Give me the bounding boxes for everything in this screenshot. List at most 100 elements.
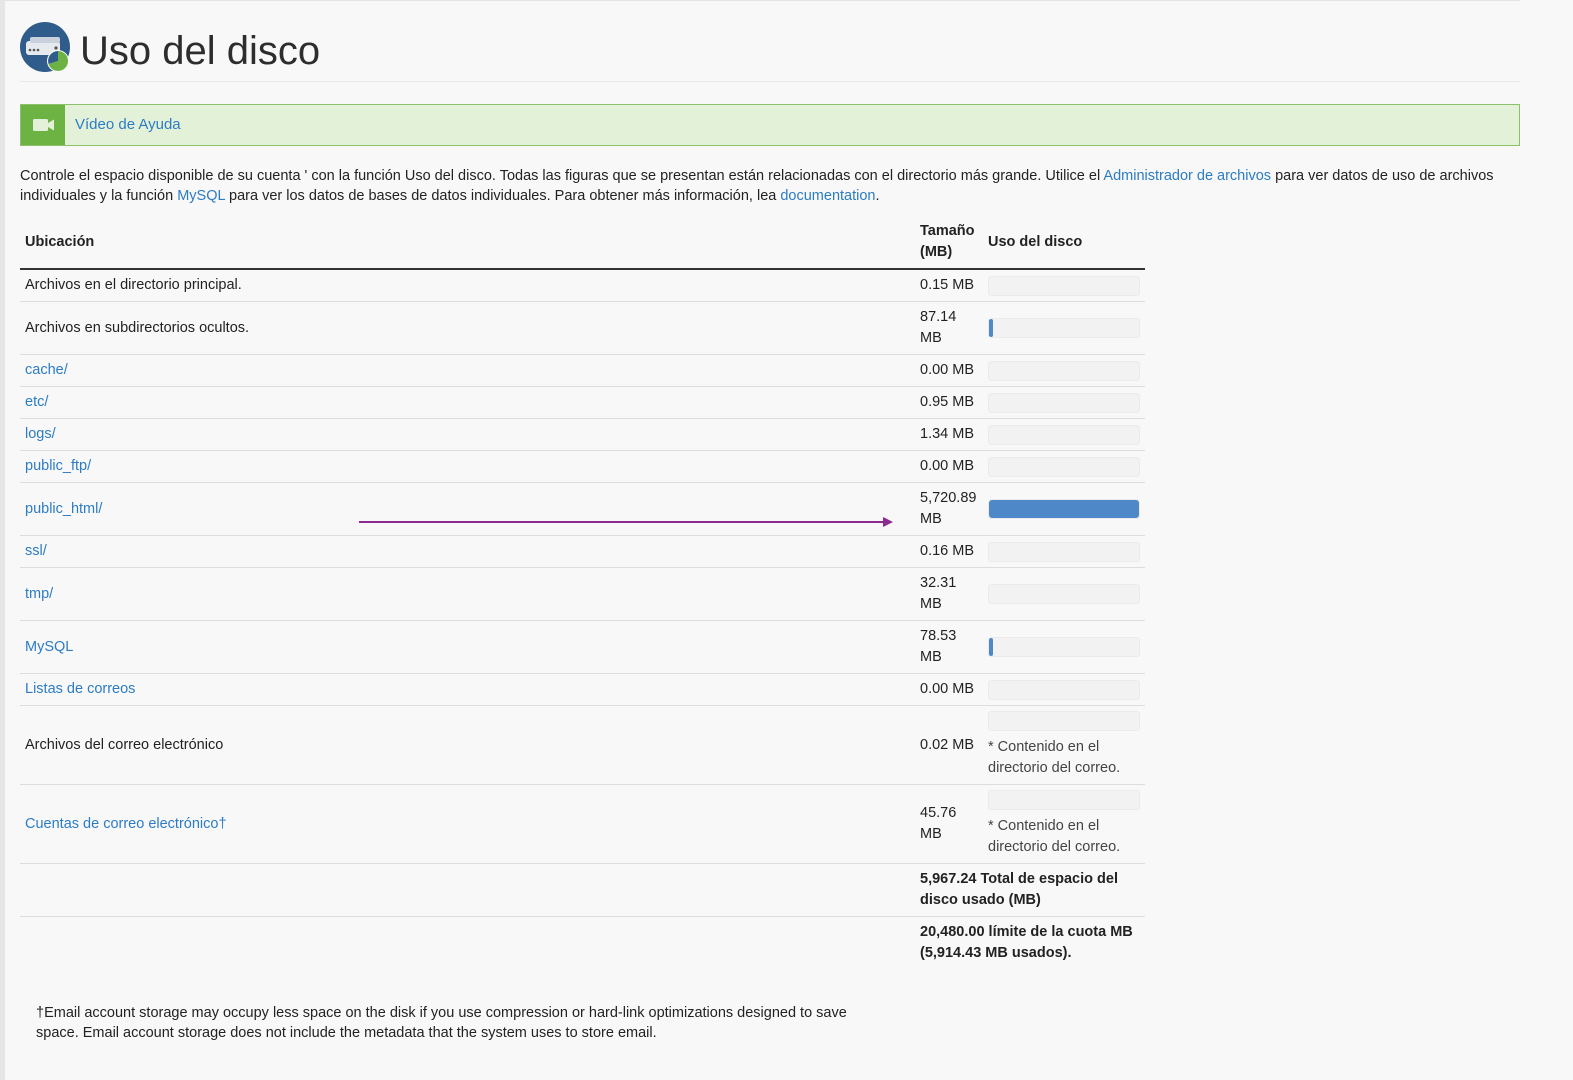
usage-bar [988, 541, 1140, 562]
row-size: 0.02 MB [915, 705, 983, 785]
video-camera-icon [33, 119, 54, 131]
row-size: 0.00 MB [915, 354, 983, 387]
ssl-folder-link[interactable]: ssl/ [25, 543, 47, 559]
row-size: 5,720.89 MB [915, 482, 983, 536]
help-video-link[interactable]: Vídeo de Ayuda [75, 116, 181, 133]
usage-bar [988, 584, 1140, 604]
row-location: Archivos en el directorio principal. [20, 269, 915, 302]
table-header-row: Ubicación Tamaño (MB) Uso del disco [20, 216, 1145, 270]
intro-text-3: para ver los datos de bases de datos ind… [225, 187, 781, 204]
usage-bar [988, 360, 1140, 381]
row-location: public_ftp/ [20, 450, 915, 483]
table-row: Archivos del correo electrónico 0.02 MB … [20, 705, 1145, 785]
usage-cell [983, 450, 1145, 483]
row-size: 0.16 MB [915, 535, 983, 568]
quota-row: 20,480.00 límite de la cuota MB (5,914.4… [20, 917, 1145, 970]
logs-folder-link[interactable]: logs/ [25, 426, 56, 442]
usage-bar [988, 424, 1140, 445]
table-row: MySQL 78.53 MB [20, 620, 1145, 674]
row-location: Archivos en subdirectorios ocultos. [20, 301, 915, 355]
table-row: Archivos en el directorio principal. 0.1… [20, 269, 1145, 302]
table-row: tmp/ 32.31 MB [20, 567, 1145, 621]
disk-usage-icon [20, 22, 70, 72]
row-size: 78.53 MB [915, 620, 983, 674]
usage-bar-fill [989, 319, 993, 337]
row-size: 0.00 MB [915, 450, 983, 483]
usage-cell [983, 567, 1145, 621]
usage-cell [983, 269, 1145, 302]
column-header-location[interactable]: Ubicación [20, 216, 915, 270]
column-header-size[interactable]: Tamaño (MB) [915, 216, 983, 270]
row-size: 0.00 MB [915, 673, 983, 706]
usage-bar [988, 679, 1140, 700]
total-spacer [20, 863, 915, 917]
usage-bar [988, 790, 1140, 810]
table-row: etc/ 0.95 MB [20, 386, 1145, 419]
table-row: cache/ 0.00 MB [20, 354, 1145, 387]
email-accounts-link[interactable]: Cuentas de correo electrónico† [25, 816, 227, 832]
table-row: Cuentas de correo electrónico† 45.76 MB … [20, 784, 1145, 864]
table-row: logs/ 1.34 MB [20, 418, 1145, 451]
public-ftp-folder-link[interactable]: public_ftp/ [25, 458, 91, 474]
row-size: 1.34 MB [915, 418, 983, 451]
row-location: etc/ [20, 386, 915, 419]
row-location: cache/ [20, 354, 915, 387]
usage-cell: * Contenido en el directorio del correo. [983, 784, 1145, 864]
row-size: 87.14 MB [915, 301, 983, 355]
usage-bar [988, 711, 1140, 731]
help-video-bar[interactable]: Vídeo de Ayuda [20, 104, 1520, 146]
usage-cell: * Contenido en el directorio del correo. [983, 705, 1145, 785]
total-disk-used: 5,967.24 Total de espacio del disco usad… [915, 863, 1145, 917]
row-size: 32.31 MB [915, 567, 983, 621]
table-row: ssl/ 0.16 MB [20, 535, 1145, 568]
usage-cell [983, 301, 1145, 355]
row-location: tmp/ [20, 567, 915, 621]
row-location: Listas de correos [20, 673, 915, 706]
usage-bar [988, 392, 1140, 413]
usage-bar-fill [989, 500, 1139, 518]
usage-bar-fill [989, 638, 993, 656]
total-row: 5,967.24 Total de espacio del disco usad… [20, 863, 1145, 917]
documentation-link[interactable]: documentation [780, 188, 875, 204]
page-header: Uso del disco [20, 20, 1520, 82]
disk-usage-table: Ubicación Tamaño (MB) Uso del disco Arch… [20, 216, 1145, 969]
usage-cell [983, 482, 1145, 536]
row-location: Cuentas de correo electrónico† [20, 784, 915, 864]
table-row: Archivos en subdirectorios ocultos. 87.1… [20, 301, 1145, 355]
help-icon-container [21, 105, 65, 145]
left-border [0, 0, 5, 1080]
intro-paragraph: Controle el espacio disponible de su cue… [20, 167, 1510, 206]
email-storage-footnote: †Email account storage may occupy less s… [36, 1005, 847, 1041]
mysql-row-link[interactable]: MySQL [25, 639, 73, 655]
usage-cell [983, 620, 1145, 674]
table-row: public_ftp/ 0.00 MB [20, 450, 1145, 483]
row-location: logs/ [20, 418, 915, 451]
mail-directory-note: * Contenido en el directorio del correo. [988, 739, 1121, 776]
intro-text-1: Controle el espacio disponible de su cue… [20, 168, 1104, 184]
page-title: Uso del disco [80, 29, 321, 73]
row-size: 45.76 MB [915, 784, 983, 864]
column-header-usage[interactable]: Uso del disco [983, 216, 1145, 270]
top-border [5, 0, 1520, 1]
row-size: 0.15 MB [915, 269, 983, 302]
quota-spacer [20, 917, 915, 970]
mysql-link[interactable]: MySQL [177, 188, 225, 204]
row-location: Archivos del correo electrónico [20, 705, 915, 785]
usage-cell [983, 354, 1145, 387]
table-row: Listas de correos 0.00 MB [20, 673, 1145, 706]
usage-cell [983, 673, 1145, 706]
row-size: 0.95 MB [915, 386, 983, 419]
etc-folder-link[interactable]: etc/ [25, 394, 48, 410]
quota-limit: 20,480.00 límite de la cuota MB (5,914.4… [920, 924, 1133, 961]
usage-bar [988, 456, 1140, 477]
mail-directory-note: * Contenido en el directorio del correo. [988, 818, 1121, 855]
file-manager-link[interactable]: Administrador de archivos [1103, 168, 1271, 184]
mailing-lists-link[interactable]: Listas de correos [25, 681, 135, 697]
tmp-folder-link[interactable]: tmp/ [25, 586, 53, 602]
cache-folder-link[interactable]: cache/ [25, 362, 68, 378]
usage-cell [983, 535, 1145, 568]
usage-bar [988, 318, 1140, 338]
public-html-folder-link[interactable]: public_html/ [25, 501, 102, 517]
usage-cell [983, 386, 1145, 419]
usage-bar [988, 499, 1140, 519]
